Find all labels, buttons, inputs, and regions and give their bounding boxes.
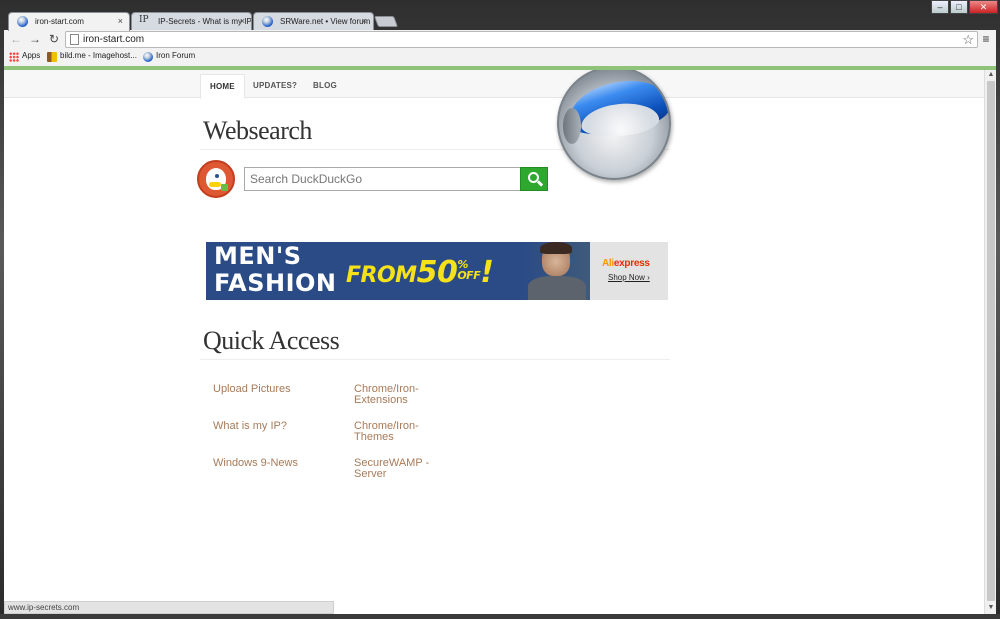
ad-model-image: [524, 242, 590, 300]
quick-link-chrome-iron-themes[interactable]: Chrome/Iron-Themes: [354, 421, 434, 443]
site-nav: HOME UPDATES? BLOG: [4, 70, 984, 99]
close-window-button[interactable]: ✕: [969, 0, 998, 14]
address-url[interactable]: iron-start.com: [83, 34, 144, 45]
nav-home[interactable]: HOME: [200, 74, 245, 99]
tab-close-icon[interactable]: ×: [362, 16, 367, 26]
back-button[interactable]: ←: [9, 32, 23, 46]
forward-button[interactable]: →: [28, 32, 42, 46]
page-scrollbar[interactable]: ▲ ▼: [984, 70, 996, 614]
ad-headline: MEN'S FASHION: [214, 242, 337, 297]
ad-shop-now-link[interactable]: Shop Now ›: [608, 273, 650, 282]
minimize-button[interactable]: –: [931, 0, 949, 14]
page-icon: [70, 34, 79, 45]
ad-discount: FROM50% OFF!: [346, 255, 494, 290]
aliexpress-logo: Aliexpress: [602, 258, 650, 269]
websearch-heading: Websearch: [203, 116, 312, 145]
quick-link-windows-9-news[interactable]: Windows 9-News: [213, 458, 298, 469]
scroll-thumb[interactable]: [987, 81, 995, 601]
quick-link-what-is-my-ip[interactable]: What is my IP?: [213, 421, 287, 432]
reload-button[interactable]: ↻: [47, 32, 61, 46]
scroll-up-icon[interactable]: ▲: [985, 70, 997, 80]
bookmark-label: bild.me - Imagehost...: [60, 51, 137, 60]
divider: [200, 359, 670, 360]
window-frame-bottom: [0, 614, 1000, 619]
tab-title: SRWare.net • View forum: [280, 17, 371, 26]
tab-title: iron-start.com: [35, 17, 84, 26]
tab-title: IP-Secrets - What is my IP: [158, 17, 252, 26]
bookmark-apps[interactable]: Apps: [9, 51, 41, 62]
tab-iron-start[interactable]: iron-start.com ×: [8, 12, 130, 31]
tab-close-icon[interactable]: ×: [118, 16, 123, 26]
quick-link-upload-pictures[interactable]: Upload Pictures: [213, 384, 291, 395]
iron-favicon-icon: [143, 52, 153, 62]
address-bar[interactable]: iron-start.com ☆: [65, 31, 978, 48]
search-input[interactable]: [244, 167, 521, 191]
iron-favicon-icon: [17, 16, 28, 27]
duckduckgo-logo-icon: [197, 160, 235, 198]
quick-link-chrome-iron-extensions[interactable]: Chrome/Iron-Extensions: [354, 384, 434, 406]
menu-icon[interactable]: ≡: [979, 32, 993, 46]
nav-updates[interactable]: UPDATES?: [244, 74, 306, 99]
maximize-button[interactable]: □: [950, 0, 968, 14]
bookmarks-bar: Apps bild.me - Imagehost... Iron Forum: [4, 49, 996, 66]
srware-iron-logo-icon: [557, 70, 671, 180]
new-tab-button[interactable]: [373, 16, 399, 27]
bild-me-icon: [47, 52, 57, 62]
tab-ip-secrets[interactable]: IP IP-Secrets - What is my IP ×: [131, 12, 252, 31]
bookmark-label: Iron Forum: [156, 51, 196, 60]
tab-close-icon[interactable]: ×: [240, 16, 245, 26]
bookmark-bild-me[interactable]: bild.me - Imagehost...: [47, 51, 137, 62]
bookmark-label: Apps: [22, 51, 41, 60]
browser-window: iron-start.com × IP IP-Secrets - What is…: [0, 0, 1000, 619]
title-bar: iron-start.com × IP IP-Secrets - What is…: [0, 0, 1000, 31]
page-viewport: HOME UPDATES? BLOG Websearch MEN'S FASHI…: [4, 70, 984, 614]
ad-banner[interactable]: MEN'S FASHION FROM50% OFF! Aliexpress Sho…: [206, 242, 668, 300]
apps-grid-icon: [9, 52, 19, 62]
search-button[interactable]: [520, 167, 548, 191]
quick-link-securewamp-server[interactable]: SecureWAMP - Server: [354, 458, 434, 480]
ip-favicon-icon: IP: [139, 15, 149, 25]
status-bar: www.ip-secrets.com: [4, 601, 334, 614]
bookmark-star-icon[interactable]: ☆: [962, 32, 974, 47]
quick-access-heading: Quick Access: [203, 326, 340, 355]
ad-brand-panel: Aliexpress Shop Now ›: [590, 242, 668, 300]
srware-favicon-icon: [262, 16, 273, 27]
tab-srware[interactable]: SRWare.net • View forum ×: [253, 12, 374, 31]
nav-blog[interactable]: BLOG: [304, 74, 346, 99]
scroll-down-icon[interactable]: ▼: [985, 603, 997, 613]
bookmark-iron-forum[interactable]: Iron Forum: [143, 51, 196, 62]
browser-toolbar: ← → ↻ iron-start.com ☆ ≡: [4, 30, 996, 49]
